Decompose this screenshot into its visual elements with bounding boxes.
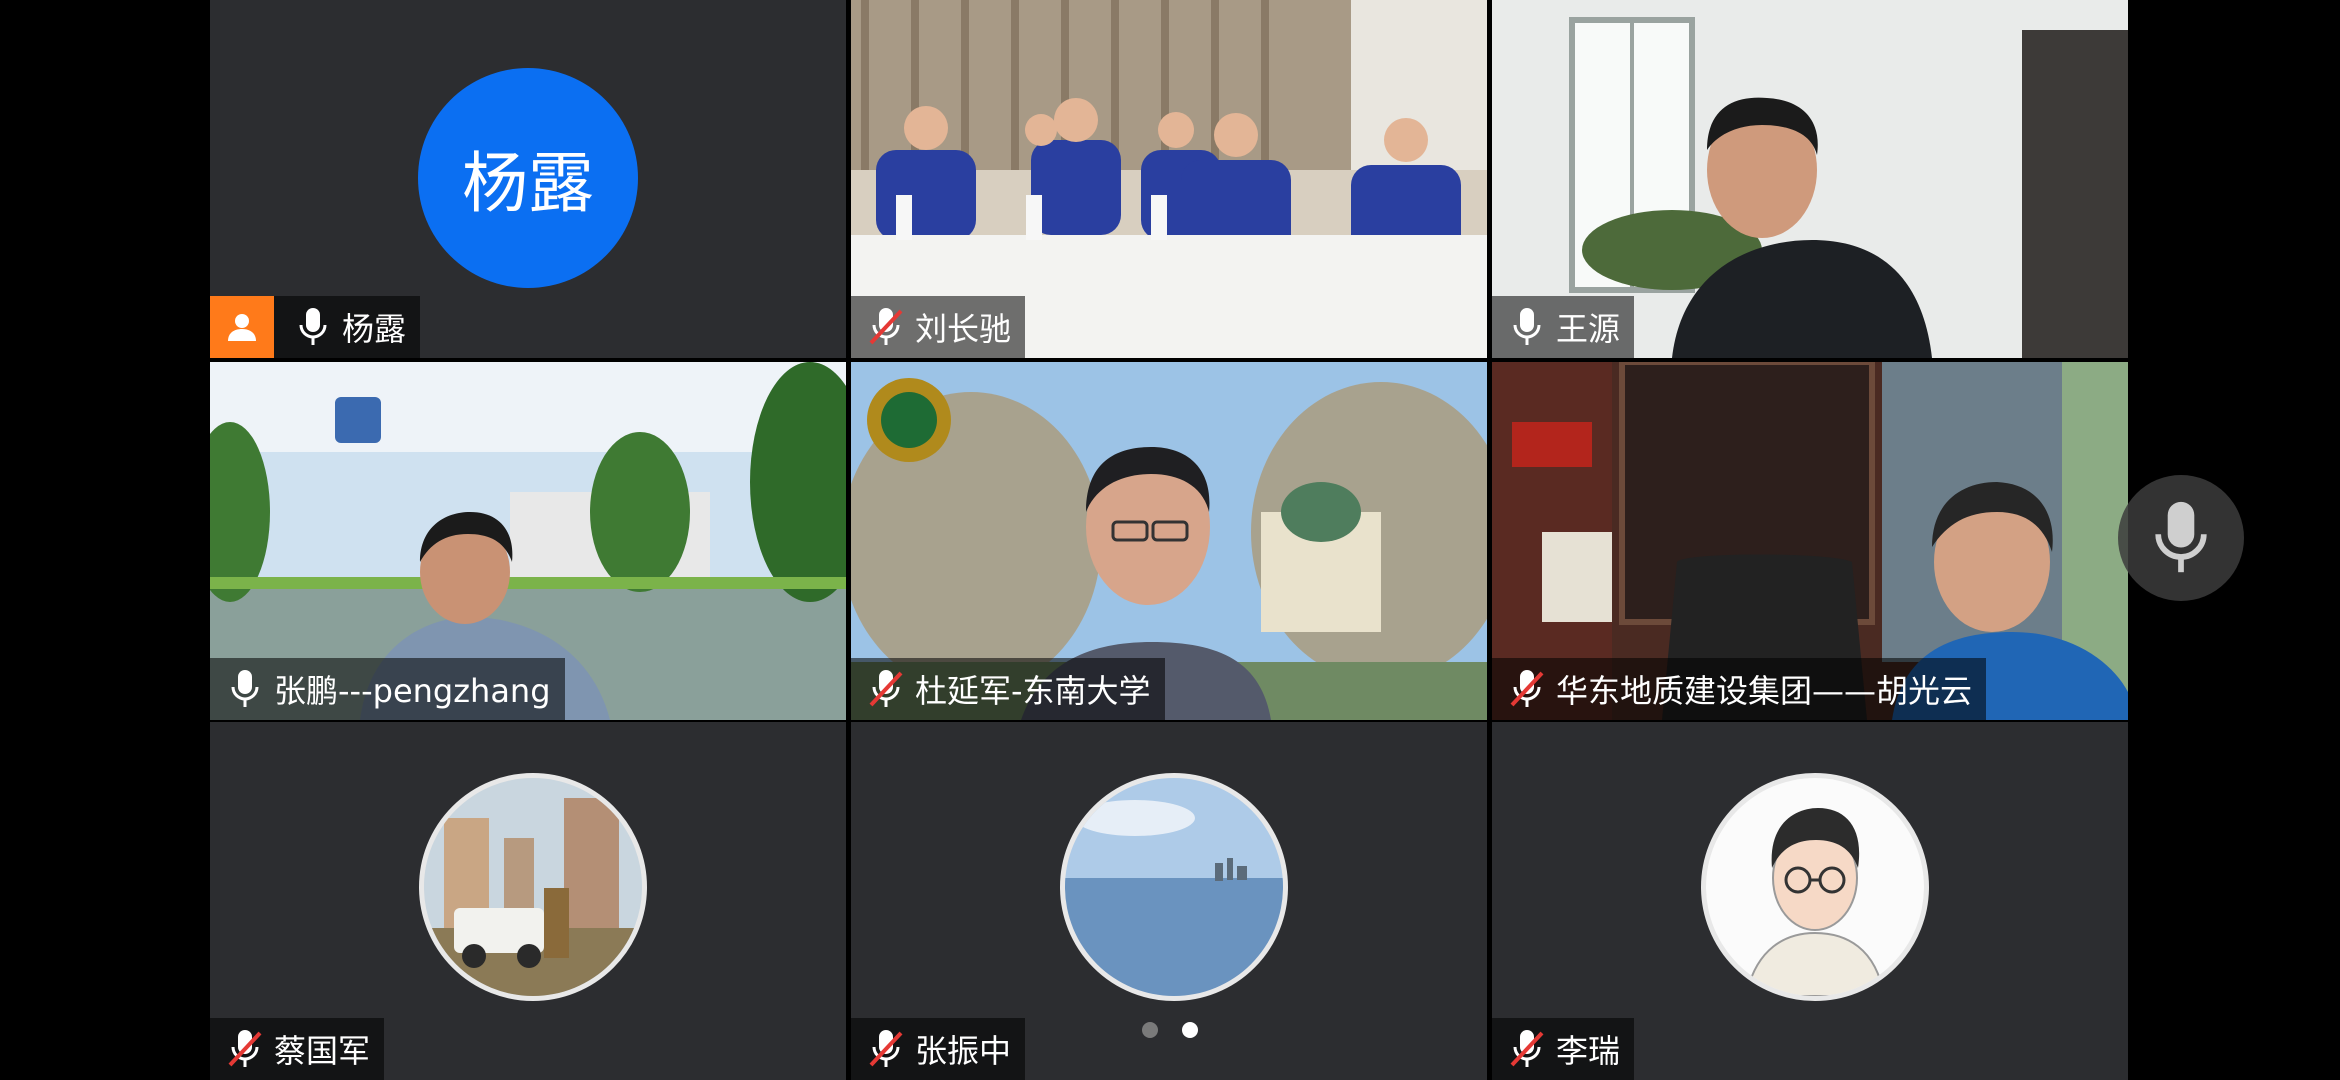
- participant-tile-duyanjun[interactable]: 杜延军-东南大学: [851, 362, 1487, 720]
- page-indicator[interactable]: [1142, 1022, 1198, 1038]
- mic-muted-icon: [1504, 664, 1550, 714]
- mic-muted-icon: [863, 664, 909, 714]
- mic-on-icon: [290, 302, 336, 352]
- participant-tile-wangyuan[interactable]: 王源: [1492, 0, 2128, 358]
- participant-name: 华东地质建设集团——胡光云: [1556, 672, 1973, 710]
- mic-on-icon: [1504, 302, 1550, 352]
- participant-name: 蔡国军: [274, 1032, 371, 1070]
- participant-name: 杨露: [342, 310, 407, 348]
- microphone-icon: [2155, 501, 2207, 573]
- profile-avatar: [1060, 773, 1288, 1001]
- name-tag: 杜延军-东南大学: [851, 658, 1165, 720]
- mic-muted-icon: [1504, 1024, 1550, 1074]
- participant-tile-huguangyun[interactable]: 华东地质建设集团——胡光云: [1492, 362, 2128, 720]
- name-tag: 刘长驰: [851, 296, 1026, 358]
- name-tag: 杨露: [210, 296, 421, 358]
- participant-tile-caiguojun[interactable]: 蔡国军: [210, 722, 846, 1080]
- profile-avatar: [1701, 773, 1929, 1001]
- mic-on-icon: [222, 664, 268, 714]
- participant-name: 王源: [1556, 310, 1621, 348]
- participant-tile-yanglu[interactable]: 杨露 杨露: [210, 0, 846, 358]
- participant-tile-zhangpeng[interactable]: 张鹏---pengzhang: [210, 362, 846, 720]
- participant-tile-liuchangchi[interactable]: 刘长驰: [851, 0, 1487, 358]
- host-icon: [210, 296, 274, 358]
- mic-muted-icon: [222, 1024, 268, 1074]
- name-tag: 华东地质建设集团——胡光云: [1492, 658, 1987, 720]
- participant-name: 杜延军-东南大学: [915, 672, 1151, 710]
- video-grid: 杨露 杨露 刘长驰 王源 张鹏---pengzhang 杜延军-东南大学 华东地…: [210, 0, 2128, 1080]
- name-tag: 蔡国军: [210, 1018, 385, 1080]
- mic-muted-icon: [863, 1024, 909, 1074]
- participant-tile-lirui[interactable]: 李瑞: [1492, 722, 2128, 1080]
- initials-avatar: 杨露: [418, 68, 638, 288]
- page-dot-2-active[interactable]: [1182, 1022, 1198, 1038]
- mic-muted-icon: [863, 302, 909, 352]
- participant-name: 刘长驰: [915, 310, 1012, 348]
- page-dot-1[interactable]: [1142, 1022, 1158, 1038]
- participant-name: 张鹏---pengzhang: [274, 672, 551, 710]
- name-tag: 张振中: [851, 1018, 1026, 1080]
- participant-name: 李瑞: [1556, 1032, 1621, 1070]
- toggle-microphone-button[interactable]: [2118, 475, 2244, 601]
- profile-avatar: [419, 773, 647, 1001]
- name-tag: 李瑞: [1492, 1018, 1635, 1080]
- participant-name: 张振中: [915, 1032, 1012, 1070]
- name-tag: 王源: [1492, 296, 1635, 358]
- name-tag: 张鹏---pengzhang: [210, 658, 565, 720]
